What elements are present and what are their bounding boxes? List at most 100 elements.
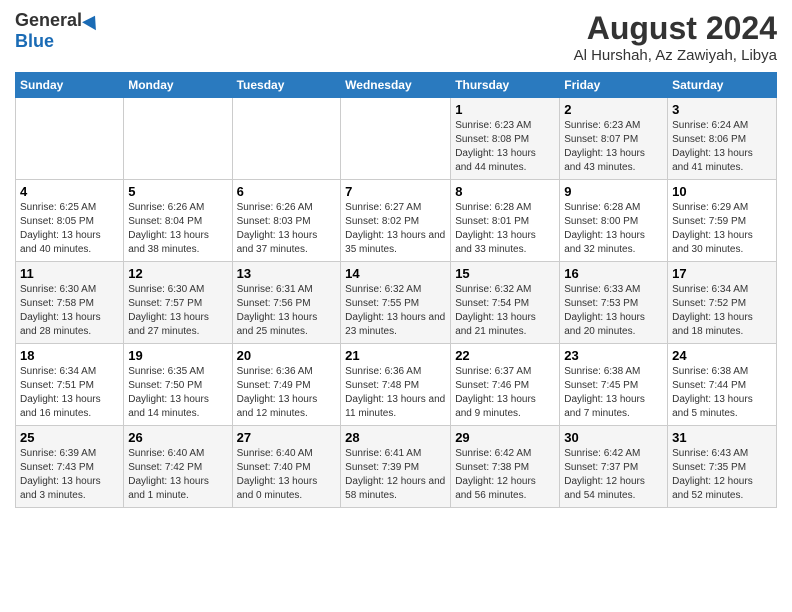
day-number: 28: [345, 430, 446, 445]
week-row-5: 25 Sunrise: 6:39 AM Sunset: 7:43 PM Dayli…: [16, 426, 777, 508]
day-info: Sunrise: 6:29 AM Sunset: 7:59 PM Dayligh…: [672, 201, 772, 257]
weekday-header-thursday: Thursday: [451, 73, 560, 98]
calendar-cell: 11 Sunrise: 6:30 AM Sunset: 7:58 PM Dayli…: [16, 262, 124, 344]
day-number: 21: [345, 348, 446, 363]
day-info: Sunrise: 6:40 AM Sunset: 7:40 PM Dayligh…: [237, 447, 337, 503]
day-info: Sunrise: 6:41 AM Sunset: 7:39 PM Dayligh…: [345, 447, 446, 503]
calendar-subtitle: Al Hurshah, Az Zawiyah, Libya: [574, 47, 777, 64]
calendar-cell: 31Sunrise: 6:43 AM Sunset: 7:35 PM Dayli…: [668, 426, 777, 508]
weekday-header-wednesday: Wednesday: [341, 73, 451, 98]
day-number: 8: [455, 184, 555, 199]
day-number: 6: [237, 184, 337, 199]
calendar-cell: 29 Sunrise: 6:42 AM Sunset: 7:38 PM Dayli…: [451, 426, 560, 508]
day-info: Sunrise: 6:24 AM Sunset: 8:06 PM Dayligh…: [672, 119, 772, 175]
calendar-cell: 7 Sunrise: 6:27 AM Sunset: 8:02 PM Daylig…: [341, 180, 451, 262]
day-number: 7: [345, 184, 446, 199]
calendar-cell: 8Sunrise: 6:28 AM Sunset: 8:01 PM Daylig…: [451, 180, 560, 262]
calendar-cell: 23Sunrise: 6:38 AM Sunset: 7:45 PM Dayli…: [560, 344, 668, 426]
day-info: Sunrise: 6:40 AM Sunset: 7:42 PM Dayligh…: [128, 447, 227, 503]
day-info: Sunrise: 6:34 AM Sunset: 7:51 PM Dayligh…: [20, 365, 119, 421]
calendar-cell: 15 Sunrise: 6:32 AM Sunset: 7:54 PM Dayli…: [451, 262, 560, 344]
day-info: Sunrise: 6:26 AM Sunset: 8:03 PM Dayligh…: [237, 201, 337, 257]
day-number: 12: [128, 266, 227, 281]
calendar-cell: 2 Sunrise: 6:23 AM Sunset: 8:07 PM Daylig…: [560, 98, 668, 180]
week-row-1: 1Sunrise: 6:23 AM Sunset: 8:08 PM Daylig…: [16, 98, 777, 180]
calendar-table: SundayMondayTuesdayWednesdayThursdayFrid…: [15, 72, 777, 508]
calendar-cell: 5Sunrise: 6:26 AM Sunset: 8:04 PM Daylig…: [124, 180, 232, 262]
day-number: 20: [237, 348, 337, 363]
day-info: Sunrise: 6:26 AM Sunset: 8:04 PM Dayligh…: [128, 201, 227, 257]
day-number: 19: [128, 348, 227, 363]
calendar-cell: 25 Sunrise: 6:39 AM Sunset: 7:43 PM Dayli…: [16, 426, 124, 508]
day-number: 18: [20, 348, 119, 363]
day-number: 29: [455, 430, 555, 445]
calendar-title: August 2024: [574, 10, 777, 47]
day-number: 9: [564, 184, 663, 199]
title-block: August 2024 Al Hurshah, Az Zawiyah, Liby…: [574, 10, 777, 64]
calendar-cell: 16 Sunrise: 6:33 AM Sunset: 7:53 PM Dayli…: [560, 262, 668, 344]
day-info: Sunrise: 6:42 AM Sunset: 7:37 PM Dayligh…: [564, 447, 663, 503]
calendar-cell: [341, 98, 451, 180]
weekday-header-friday: Friday: [560, 73, 668, 98]
day-info: Sunrise: 6:43 AM Sunset: 7:35 PM Dayligh…: [672, 447, 772, 503]
day-info: Sunrise: 6:25 AM Sunset: 8:05 PM Dayligh…: [20, 201, 119, 257]
calendar-cell: 12 Sunrise: 6:30 AM Sunset: 7:57 PM Dayli…: [124, 262, 232, 344]
calendar-cell: [16, 98, 124, 180]
day-number: 25: [20, 430, 119, 445]
calendar-cell: 21 Sunrise: 6:36 AM Sunset: 7:48 PM Dayli…: [341, 344, 451, 426]
weekday-header-monday: Monday: [124, 73, 232, 98]
calendar-cell: [124, 98, 232, 180]
calendar-cell: [232, 98, 341, 180]
day-info: Sunrise: 6:23 AM Sunset: 8:07 PM Dayligh…: [564, 119, 663, 175]
day-info: Sunrise: 6:36 AM Sunset: 7:49 PM Dayligh…: [237, 365, 337, 421]
day-number: 17: [672, 266, 772, 281]
page-header: General Blue August 2024 Al Hurshah, Az …: [15, 10, 777, 64]
day-number: 27: [237, 430, 337, 445]
day-info: Sunrise: 6:33 AM Sunset: 7:53 PM Dayligh…: [564, 283, 663, 339]
logo: General Blue: [15, 10, 100, 52]
day-info: Sunrise: 6:42 AM Sunset: 7:38 PM Dayligh…: [455, 447, 555, 503]
day-number: 3: [672, 102, 772, 117]
day-info: Sunrise: 6:34 AM Sunset: 7:52 PM Dayligh…: [672, 283, 772, 339]
day-number: 2: [564, 102, 663, 117]
week-row-3: 11 Sunrise: 6:30 AM Sunset: 7:58 PM Dayli…: [16, 262, 777, 344]
calendar-cell: 20 Sunrise: 6:36 AM Sunset: 7:49 PM Dayli…: [232, 344, 341, 426]
calendar-cell: 27 Sunrise: 6:40 AM Sunset: 7:40 PM Dayli…: [232, 426, 341, 508]
calendar-cell: 14Sunrise: 6:32 AM Sunset: 7:55 PM Dayli…: [341, 262, 451, 344]
calendar-cell: 17 Sunrise: 6:34 AM Sunset: 7:52 PM Dayli…: [668, 262, 777, 344]
day-number: 15: [455, 266, 555, 281]
calendar-cell: 9 Sunrise: 6:28 AM Sunset: 8:00 PM Daylig…: [560, 180, 668, 262]
day-info: Sunrise: 6:27 AM Sunset: 8:02 PM Dayligh…: [345, 201, 446, 257]
day-info: Sunrise: 6:30 AM Sunset: 7:58 PM Dayligh…: [20, 283, 119, 339]
day-info: Sunrise: 6:37 AM Sunset: 7:46 PM Dayligh…: [455, 365, 555, 421]
day-info: Sunrise: 6:38 AM Sunset: 7:45 PM Dayligh…: [564, 365, 663, 421]
day-info: Sunrise: 6:32 AM Sunset: 7:54 PM Dayligh…: [455, 283, 555, 339]
day-info: Sunrise: 6:38 AM Sunset: 7:44 PM Dayligh…: [672, 365, 772, 421]
calendar-cell: 13 Sunrise: 6:31 AM Sunset: 7:56 PM Dayli…: [232, 262, 341, 344]
calendar-cell: 22 Sunrise: 6:37 AM Sunset: 7:46 PM Dayli…: [451, 344, 560, 426]
day-info: Sunrise: 6:35 AM Sunset: 7:50 PM Dayligh…: [128, 365, 227, 421]
calendar-cell: 30 Sunrise: 6:42 AM Sunset: 7:37 PM Dayli…: [560, 426, 668, 508]
day-number: 13: [237, 266, 337, 281]
calendar-cell: 1Sunrise: 6:23 AM Sunset: 8:08 PM Daylig…: [451, 98, 560, 180]
calendar-cell: 10 Sunrise: 6:29 AM Sunset: 7:59 PM Dayli…: [668, 180, 777, 262]
day-info: Sunrise: 6:28 AM Sunset: 8:00 PM Dayligh…: [564, 201, 663, 257]
day-number: 16: [564, 266, 663, 281]
weekday-header-sunday: Sunday: [16, 73, 124, 98]
day-number: 30: [564, 430, 663, 445]
day-info: Sunrise: 6:32 AM Sunset: 7:55 PM Dayligh…: [345, 283, 446, 339]
week-row-4: 18 Sunrise: 6:34 AM Sunset: 7:51 PM Dayli…: [16, 344, 777, 426]
day-number: 1: [455, 102, 555, 117]
day-info: Sunrise: 6:31 AM Sunset: 7:56 PM Dayligh…: [237, 283, 337, 339]
day-number: 22: [455, 348, 555, 363]
day-number: 26: [128, 430, 227, 445]
day-info: Sunrise: 6:36 AM Sunset: 7:48 PM Dayligh…: [345, 365, 446, 421]
day-info: Sunrise: 6:39 AM Sunset: 7:43 PM Dayligh…: [20, 447, 119, 503]
day-number: 10: [672, 184, 772, 199]
day-number: 24: [672, 348, 772, 363]
day-info: Sunrise: 6:30 AM Sunset: 7:57 PM Dayligh…: [128, 283, 227, 339]
weekday-header-tuesday: Tuesday: [232, 73, 341, 98]
logo-icon: [82, 11, 102, 29]
weekday-header-saturday: Saturday: [668, 73, 777, 98]
day-number: 11: [20, 266, 119, 281]
